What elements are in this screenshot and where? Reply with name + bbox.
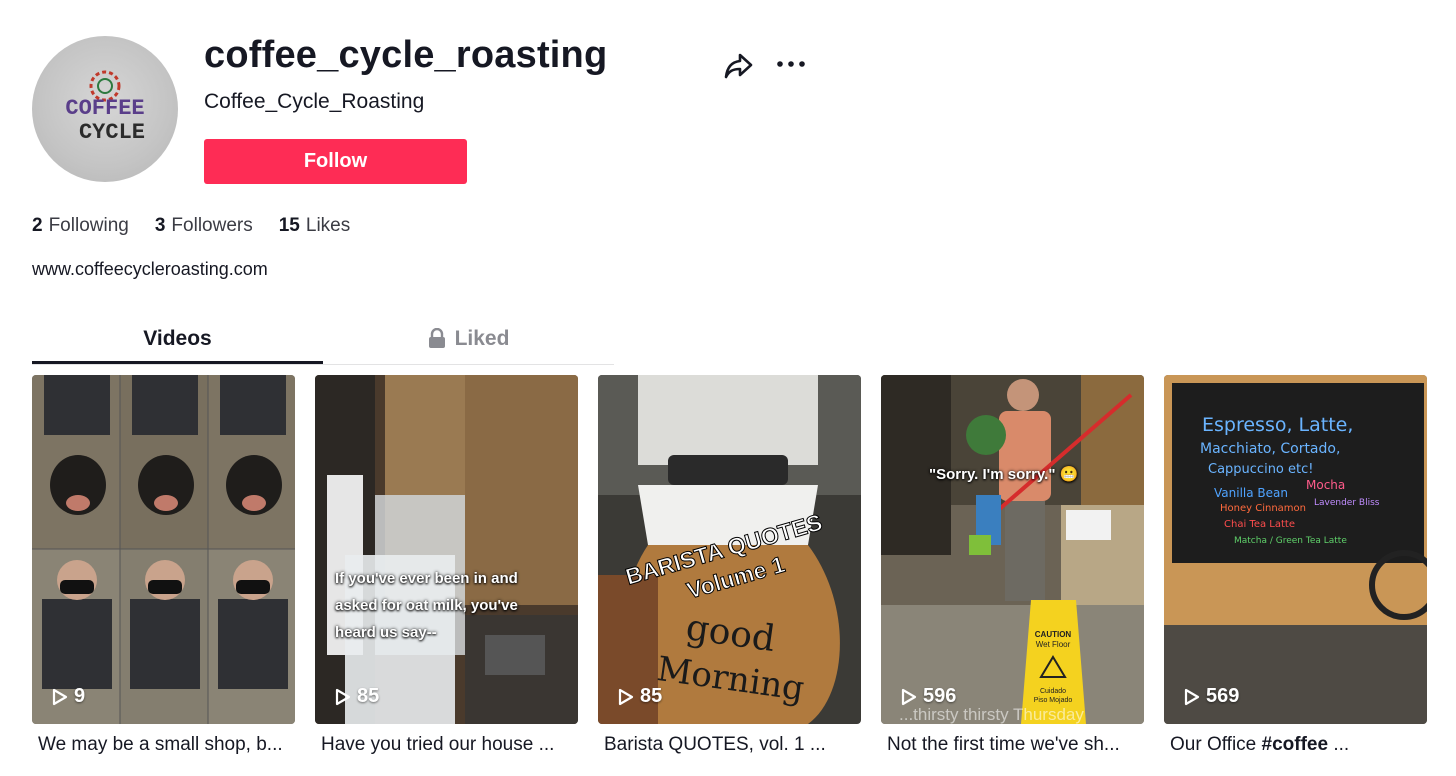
board-line-9: Matcha / Green Tea Latte bbox=[1234, 536, 1347, 546]
video-thumbnail-4: CAUTION Wet Floor Cuidado Piso Mojado bbox=[881, 375, 1144, 724]
board-line-6: Honey Cinnamon bbox=[1220, 503, 1306, 514]
video-views-1: 9 bbox=[52, 685, 85, 708]
tab-videos[interactable]: Videos bbox=[32, 320, 323, 365]
video-overlay-2-line3: heard us say-- bbox=[335, 624, 437, 641]
video-caption-2[interactable]: Have you tried our house ... bbox=[321, 734, 584, 756]
stat-followers-count: 3 bbox=[154, 215, 166, 236]
board-line-8: Chai Tea Latte bbox=[1224, 519, 1295, 530]
video-caption-1[interactable]: We may be a small shop, b... bbox=[38, 734, 301, 756]
video-overlay-2-line2: asked for oat milk, you've bbox=[335, 597, 518, 614]
stat-likes: 15 Likes bbox=[279, 215, 351, 237]
video-card-2[interactable]: If you've ever been in and asked for oat… bbox=[315, 375, 578, 724]
sign-text-2: Wet Floor bbox=[1036, 640, 1071, 649]
board-line-1: Espresso, Latte, bbox=[1202, 414, 1353, 436]
play-icon bbox=[1184, 688, 1200, 705]
lock-icon bbox=[428, 328, 445, 348]
video-card-4[interactable]: CAUTION Wet Floor Cuidado Piso Mojado "S… bbox=[881, 375, 1144, 724]
video-card-5[interactable]: Espresso, Latte, Macchiato, Cortado, Cap… bbox=[1164, 375, 1427, 724]
stat-following-label: Following bbox=[48, 215, 129, 236]
play-icon bbox=[335, 688, 351, 705]
username: coffee_cycle_roasting bbox=[204, 34, 608, 76]
stat-likes-label: Likes bbox=[305, 215, 351, 236]
video-views-count-1: 9 bbox=[74, 685, 86, 707]
stat-followers[interactable]: 3 Followers bbox=[155, 215, 253, 237]
board-line-4: Vanilla Bean bbox=[1214, 486, 1288, 500]
video-views-3: 85 bbox=[618, 685, 662, 708]
video-views-count-5: 569 bbox=[1206, 685, 1240, 707]
profile-tabs: Videos Liked bbox=[32, 320, 614, 365]
play-icon bbox=[618, 688, 634, 705]
avatar-text-line1: COFFEE bbox=[65, 96, 144, 121]
video-card-1[interactable]: 9 bbox=[32, 375, 295, 724]
sign-text-3: Cuidado bbox=[1040, 688, 1066, 695]
sign-text-4: Piso Mojado bbox=[1034, 697, 1073, 704]
stat-following[interactable]: 2 Following bbox=[32, 215, 129, 237]
stat-following-count: 2 bbox=[32, 215, 43, 236]
video-views-5: 569 bbox=[1184, 685, 1239, 708]
video-views-count-2: 85 bbox=[357, 685, 380, 707]
video-caption-4[interactable]: Not the first time we've sh... bbox=[887, 734, 1150, 756]
coffee-cycle-logo: COFFEE CYCLE bbox=[65, 70, 145, 145]
video-views-2: 85 bbox=[335, 685, 379, 708]
video-views-count-3: 85 bbox=[640, 685, 663, 707]
video-views-count-4: 596 bbox=[923, 685, 957, 707]
avatar-text-line2: CYCLE bbox=[79, 120, 145, 145]
video-caption-5[interactable]: Our Office #coffee ... bbox=[1170, 734, 1433, 756]
sign-text-1: CAUTION bbox=[1035, 630, 1072, 639]
video-caption-5-suffix: ... bbox=[1328, 734, 1350, 755]
board-line-2: Macchiato, Cortado, bbox=[1200, 441, 1340, 457]
stat-followers-label: Followers bbox=[171, 215, 253, 236]
board-line-5: Mocha bbox=[1306, 478, 1345, 492]
bio-link[interactable]: www.coffeecycleroasting.com bbox=[32, 259, 268, 280]
video-overlay-2-line1: If you've ever been in and bbox=[335, 570, 518, 587]
board-line-3: Cappuccino etc! bbox=[1208, 462, 1313, 477]
stat-likes-count: 15 bbox=[278, 215, 300, 236]
display-name: Coffee_Cycle_Roasting bbox=[204, 90, 425, 113]
video-views-4: 596 bbox=[901, 685, 956, 708]
follow-button[interactable]: Follow bbox=[204, 139, 467, 184]
more-horizontal-icon[interactable] bbox=[774, 50, 808, 78]
video-overlay-2: If you've ever been in and asked for oat… bbox=[335, 565, 518, 646]
profile-stats: 2 Following 3 Followers 15 Likes bbox=[32, 215, 350, 237]
video-caption-5-hashtag[interactable]: #coffee bbox=[1262, 734, 1329, 755]
play-icon bbox=[901, 688, 917, 705]
video-overlay-4: "Sorry. I'm sorry." 😬 bbox=[929, 466, 1079, 483]
avatar[interactable]: COFFEE CYCLE bbox=[32, 36, 178, 182]
board-line-7: Lavender Bliss bbox=[1314, 498, 1380, 508]
tab-liked[interactable]: Liked bbox=[323, 320, 614, 365]
video-thumbnail-1 bbox=[32, 375, 295, 724]
video-card-3[interactable]: good Morning BARISTA QUOTES Volume 1 85 bbox=[598, 375, 861, 724]
play-icon bbox=[52, 688, 68, 705]
video-caption-5-prefix: Our Office bbox=[1170, 734, 1262, 755]
video-thumbnail-2 bbox=[315, 375, 578, 724]
video-caption-3[interactable]: Barista QUOTES, vol. 1 ... bbox=[604, 734, 867, 756]
share-arrow-icon[interactable] bbox=[722, 48, 756, 82]
tab-liked-label: Liked bbox=[454, 327, 510, 350]
video-thumbnail-5: Espresso, Latte, Macchiato, Cortado, Cap… bbox=[1164, 375, 1427, 724]
video-thumbnail-3: good Morning BARISTA QUOTES Volume 1 bbox=[598, 375, 861, 724]
active-tab-indicator bbox=[32, 361, 323, 364]
